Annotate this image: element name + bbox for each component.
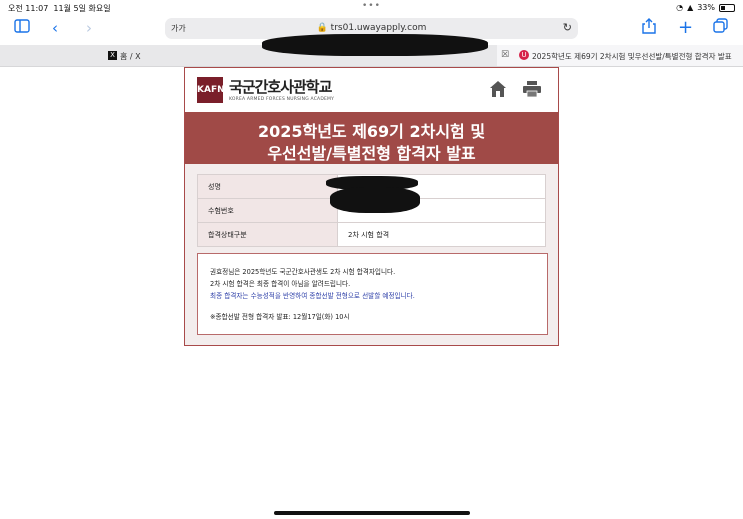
location-icon: ▲ [687,3,694,12]
notice-line: 권효정님은 2025학년도 국군간호사관생도 2차 시험 합격자입니다. [210,268,396,276]
battery-percent: 33% [697,3,715,12]
forward-icon[interactable]: › [86,18,92,38]
banner-title-line1: 2025학년도 제69기 2차시험 및 [257,122,486,141]
battery-icon [719,3,735,12]
close-tab-icon[interactable]: ☒ [501,50,509,60]
status-bar: 오전 11:07 11월 5일 화요일 ••• ◔ ▲ 33% [0,0,743,14]
redaction-mark [262,34,488,56]
status-time-date: 오전 11:07 11월 5일 화요일 [8,3,111,14]
share-icon[interactable] [642,18,656,39]
wifi-icon: ◔ [676,3,684,12]
academy-name: 국군간호사관학교 [229,78,332,96]
notice-line-highlight: 최종 합격자는 수능성적을 반영하여 종합선발 전형으로 선발할 예정입니다. [210,292,415,300]
tab-label: 2025학년도 제69기 2차시험 및우선선발/특별전형 합격자 발표 [532,52,732,61]
banner-title-line2: 우선선발/특별전형 합격자 발표 [267,144,476,163]
row-label: 합격상태구분 [197,222,338,247]
x-logo-icon: X [108,51,117,60]
academy-logo: KAFNA [197,77,232,103]
back-icon[interactable]: ‹ [52,18,58,38]
notice-box: 권효정님은 2025학년도 국군간호사관생도 2차 시험 합격자입니다. 2차 … [197,253,548,335]
new-tab-icon[interactable]: + [678,18,693,38]
card-header: KAFNA 국군간호사관학교 KOREA ARMED FORCES NURSIN… [185,68,558,112]
notice-line: 2차 시험 합격은 최종 합격이 아님을 알려드립니다. [210,280,351,288]
row-label: 성명 [197,174,338,199]
url-text: 🔒 trs01.uwayapply.com [316,23,427,33]
home-indicator[interactable] [274,511,470,515]
academy-name-en: KOREA ARMED FORCES NURSING ACADEMY [229,97,335,102]
table-row: 합격상태구분 2차 시험 합격 [197,222,546,247]
tabs-overview-icon[interactable] [713,18,728,38]
status-indicators: ◔ ▲ 33% [676,3,735,12]
multitask-dots-icon[interactable]: ••• [362,1,381,11]
notice-schedule: ※종합선발 전형 합격자 발표: 12월17일(화) 10시 [210,313,350,321]
status-time: 오전 11:07 [8,4,49,13]
row-label: 수험번호 [197,198,338,223]
redaction-mark [330,187,420,213]
uway-logo-icon: U [519,50,529,60]
print-icon[interactable] [523,81,541,97]
home-icon[interactable] [489,80,507,98]
url-value: trs01.uwayapply.com [330,23,427,33]
title-banner: 2025학년도 제69기 2차시험 및 우선선발/특별전형 합격자 발표 [185,112,558,164]
tab-results[interactable]: ☒ U 2025학년도 제69기 2차시험 및우선선발/특별전형 합격자 발표 [497,45,743,66]
status-date: 11월 5일 화요일 [53,4,111,13]
row-value: 2차 시험 합격 [337,222,546,247]
sidebar-icon[interactable] [14,18,30,38]
tab-home-x[interactable]: X 홈 / X [0,45,248,66]
tab-label: 홈 / X [120,52,141,61]
reload-icon[interactable]: ↻ [563,21,572,34]
